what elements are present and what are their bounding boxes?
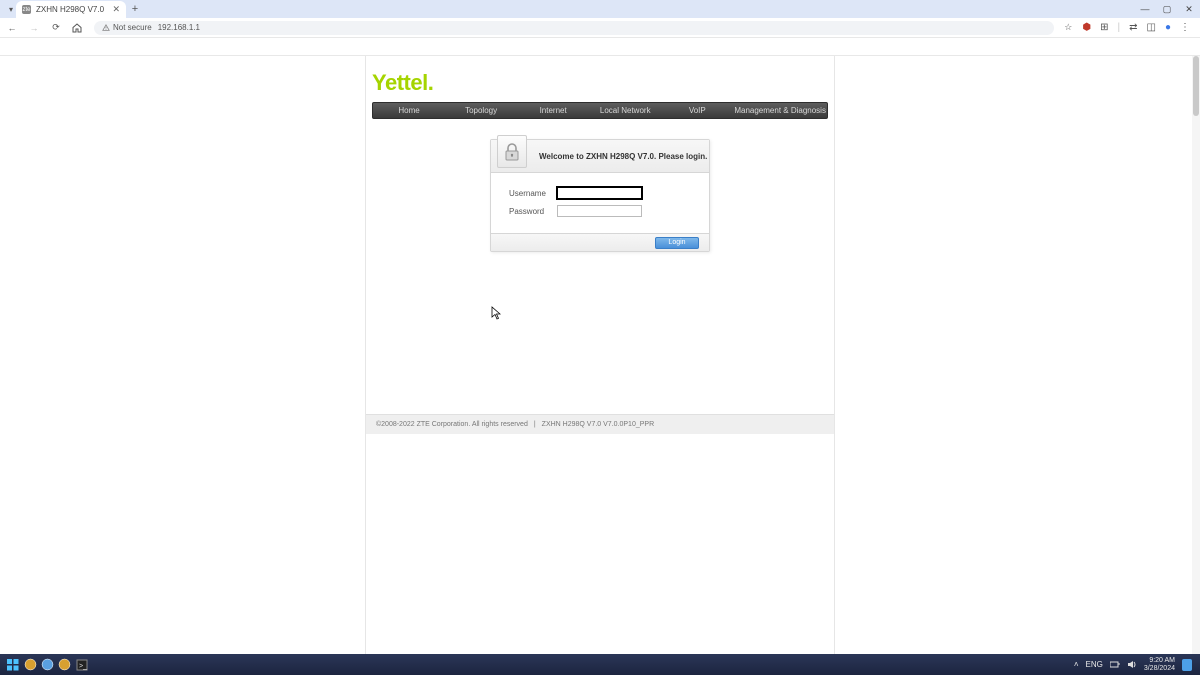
taskbar-app-4[interactable]: >_ (73, 657, 90, 672)
maximize-button[interactable]: ▢ (1156, 0, 1178, 18)
translate-icon[interactable]: ⇄ (1129, 22, 1137, 33)
vertical-scrollbar[interactable] (1192, 56, 1200, 654)
chrome-menu-button[interactable]: ⋮ (1180, 22, 1190, 33)
tab-search-caret[interactable]: ▾ (6, 0, 16, 18)
login-header: Welcome to ZXHN H298Q V7.0. Please login… (491, 140, 709, 173)
login-form: Username Password (491, 173, 709, 233)
menu-topology[interactable]: Topology (445, 106, 517, 115)
tab-close-button[interactable]: ✕ (112, 4, 120, 15)
profile-icon[interactable]: ● (1165, 22, 1171, 33)
windows-taskbar: >_ ˄ ENG 9:20 AM 3/28/2024 (0, 654, 1200, 675)
welcome-message: Welcome to ZXHN H298Q V7.0. Please login… (539, 152, 707, 161)
not-secure-badge[interactable]: Not secure (102, 23, 152, 32)
password-input[interactable] (557, 205, 642, 217)
browser-toolbar: ← → ⟳ Not secure 192.168.1.1 ☆ ⬢ ⊞ | ⇄ ◫… (0, 18, 1200, 38)
start-button[interactable] (4, 657, 22, 672)
footer-copyright: ©2008-2022 ZTE Corporation. All rights r… (376, 421, 528, 428)
home-button[interactable] (72, 23, 84, 33)
tab-strip: ▾ zte ZXHN H298Q V7.0 ✕ + — ▢ ✕ (0, 0, 1200, 18)
taskbar-app-2[interactable] (39, 657, 56, 672)
new-tab-button[interactable]: + (126, 0, 144, 18)
login-card: Welcome to ZXHN H298Q V7.0. Please login… (490, 139, 710, 252)
extensions-icon[interactable]: ⊞ (1100, 22, 1108, 33)
menu-internet[interactable]: Internet (517, 106, 589, 115)
warning-icon (102, 24, 110, 32)
page-viewport: Yettel. Home Topology Internet Local Net… (0, 56, 1200, 654)
close-window-button[interactable]: ✕ (1178, 0, 1200, 18)
tray-clock[interactable]: 9:20 AM 3/28/2024 (1144, 657, 1175, 673)
toolbar-right: ⬢ ⊞ | ⇄ ◫ ● ⋮ (1082, 22, 1194, 33)
browser-tab[interactable]: zte ZXHN H298Q V7.0 ✕ (16, 1, 126, 18)
tab-favicon-icon: zte (22, 5, 31, 14)
taskbar-app-1[interactable] (22, 657, 39, 672)
main-menu: Home Topology Internet Local Network VoI… (372, 102, 828, 119)
footer-model: ZXHN H298Q V7.0 V7.0.0P10_PPR (542, 421, 654, 428)
menu-home[interactable]: Home (373, 106, 445, 115)
page-footer: ©2008-2022 ZTE Corporation. All rights r… (366, 414, 834, 434)
tray-language[interactable]: ENG (1086, 660, 1103, 669)
system-tray: ˄ ENG 9:20 AM 3/28/2024 (1074, 657, 1196, 673)
address-bar[interactable]: Not secure 192.168.1.1 (94, 21, 1054, 35)
username-input[interactable] (557, 187, 642, 199)
menu-local-network[interactable]: Local Network (589, 106, 661, 115)
login-footer: Login (491, 233, 709, 251)
menu-management[interactable]: Management & Diagnosis (733, 106, 827, 115)
brand-logo: Yettel. (366, 56, 834, 102)
lock-icon (497, 135, 527, 168)
scrollbar-thumb[interactable] (1193, 56, 1199, 116)
router-page: Yettel. Home Topology Internet Local Net… (365, 56, 835, 654)
url-text: 192.168.1.1 (158, 23, 200, 32)
menu-voip[interactable]: VoIP (661, 106, 733, 115)
sidepanel-icon[interactable]: ◫ (1147, 22, 1156, 33)
forward-button[interactable]: → (28, 23, 40, 33)
window-controls: — ▢ ✕ (1134, 0, 1200, 18)
back-button[interactable]: ← (6, 23, 18, 33)
bookmark-bar (0, 38, 1200, 56)
tab-title: ZXHN H298Q V7.0 (36, 5, 107, 14)
password-label: Password (509, 207, 557, 216)
browser-chrome: ▾ zte ZXHN H298Q V7.0 ✕ + — ▢ ✕ ← → ⟳ No… (0, 0, 1200, 56)
minimize-button[interactable]: — (1134, 0, 1156, 18)
svg-text:>_: >_ (79, 663, 87, 670)
bookmark-star-icon[interactable]: ☆ (1064, 22, 1072, 33)
tray-notifications-icon[interactable] (1182, 659, 1192, 671)
tray-network-icon[interactable] (1110, 660, 1120, 669)
reload-button[interactable]: ⟳ (50, 22, 62, 33)
username-label: Username (509, 189, 557, 198)
tray-volume-icon[interactable] (1127, 660, 1137, 669)
login-button[interactable]: Login (655, 237, 699, 249)
tray-overflow-icon[interactable]: ˄ (1074, 660, 1079, 669)
extension-shield-icon[interactable]: ⬢ (1082, 22, 1091, 33)
taskbar-app-3[interactable] (56, 657, 73, 672)
